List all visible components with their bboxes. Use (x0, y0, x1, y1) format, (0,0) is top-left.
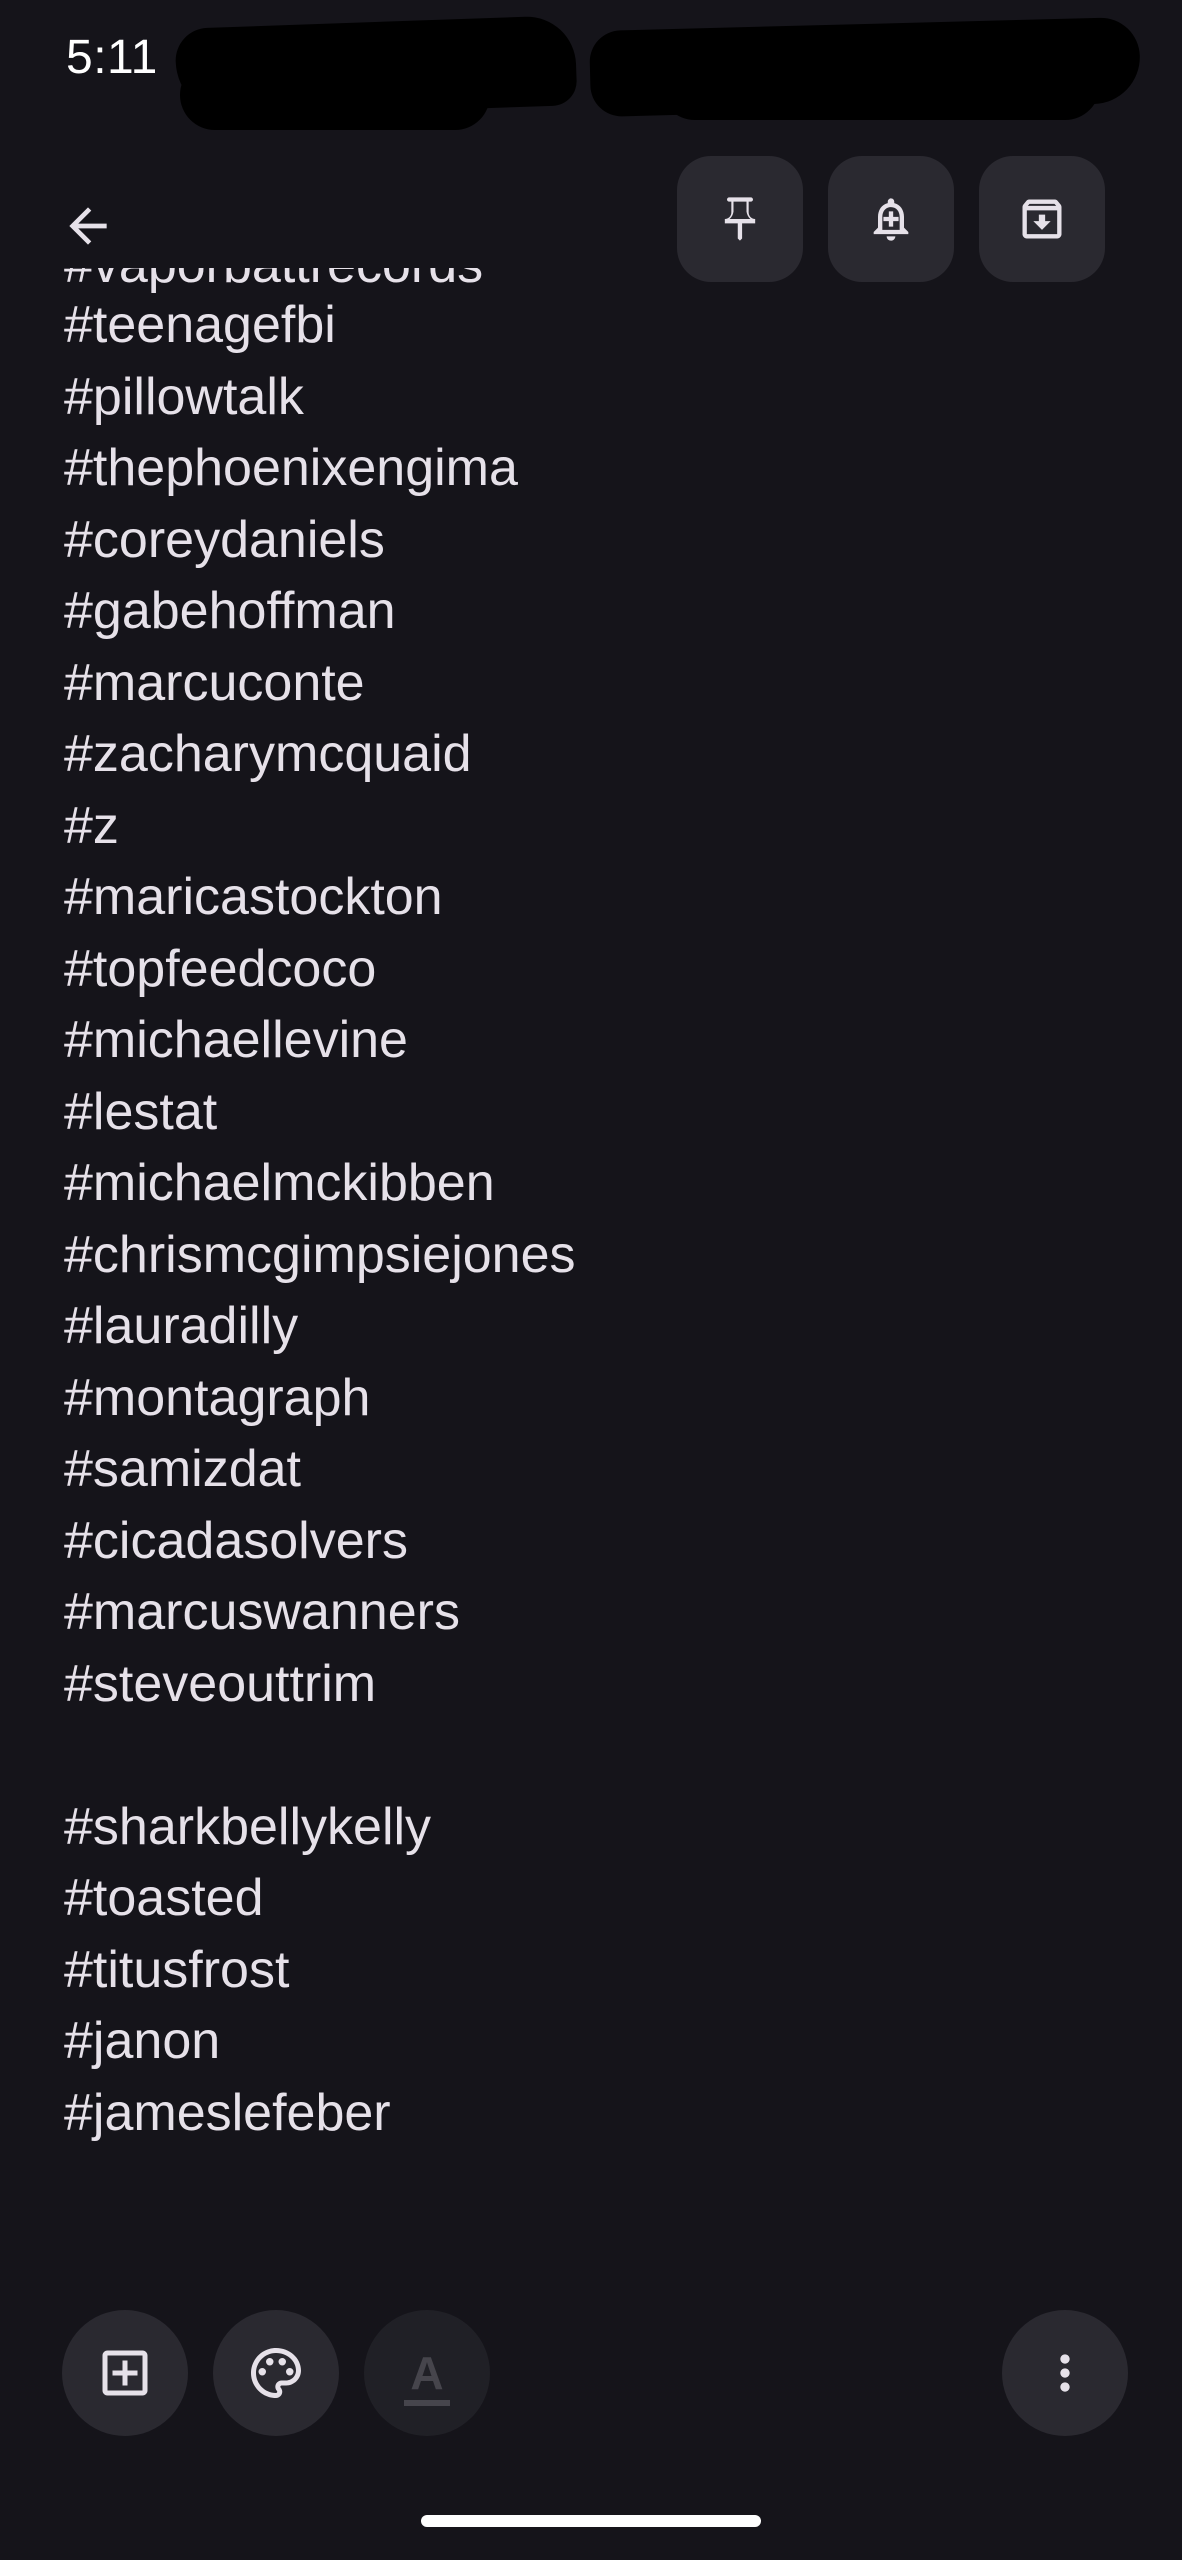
note-line: #coreydaniels (64, 510, 385, 569)
note-line: #marcuswanners (64, 1583, 460, 1641)
text-format-icon: A (404, 2347, 450, 2406)
palette-icon (251, 2348, 301, 2398)
note-line: #jameslefeber (64, 2083, 391, 2142)
note-line: #marcuconte (64, 653, 365, 712)
archive-icon (1022, 199, 1062, 239)
note-line: #sharkbellykelly (64, 1797, 432, 1856)
note-line: #michaelmckibben (64, 1154, 495, 1212)
note-line: #topfeedcoco (64, 939, 377, 998)
note-line: #chrismcgimpsiejones (64, 1225, 576, 1284)
reminder-button[interactable] (828, 156, 954, 282)
note-line: #montagraph (64, 1368, 371, 1427)
note-line: #gabehoffman (64, 582, 396, 640)
note-line: #titusfrost (64, 1940, 290, 1999)
pin-button[interactable] (677, 156, 803, 282)
text-format-button[interactable]: A (364, 2310, 490, 2436)
note-line: #toasted (64, 1869, 264, 1927)
note-body[interactable]: #teenagefbi #pillowtalk #thephoenixengim… (64, 290, 1114, 2220)
format-underline (404, 2400, 450, 2406)
reminder-bell-icon (873, 198, 909, 241)
back-arrow-icon (69, 207, 107, 245)
redaction-mark (660, 50, 1100, 120)
note-line: #maricastockton (64, 868, 443, 926)
note-line: #janon (64, 2012, 221, 2070)
status-time: 5:11 (66, 31, 158, 84)
back-button[interactable] (48, 186, 128, 266)
note-line: #thephoenixengima (64, 439, 518, 497)
status-bar: 5:11 (0, 0, 1182, 130)
home-indicator[interactable] (421, 2515, 761, 2527)
note-line: #pillowtalk (64, 367, 304, 426)
note-line: #teenagefbi (64, 296, 336, 354)
note-line: #steveouttrim (64, 1654, 377, 1713)
note-line: #cicadasolvers (64, 1511, 408, 1570)
format-letter: A (410, 2347, 444, 2399)
pin-icon (724, 197, 756, 241)
redaction-mark (180, 60, 490, 130)
note-line: #z (64, 796, 119, 855)
note-line: #lauradilly (64, 1297, 299, 1355)
more-vert-icon (1060, 2354, 1070, 2392)
note-line: #lestat (64, 1082, 218, 1141)
add-content-button[interactable] (62, 2310, 188, 2436)
note-line: #samizdat (64, 1440, 301, 1498)
note-line: #michaellevine (64, 1011, 408, 1069)
archive-button[interactable] (979, 156, 1105, 282)
background-color-button[interactable] (213, 2310, 339, 2436)
note-blank-line (64, 1720, 1114, 1792)
add-box-icon (102, 2350, 148, 2396)
more-options-button[interactable] (1002, 2310, 1128, 2436)
bottom-toolbar: A (0, 2300, 1182, 2440)
note-line: #zacharymcquaid (64, 725, 472, 783)
